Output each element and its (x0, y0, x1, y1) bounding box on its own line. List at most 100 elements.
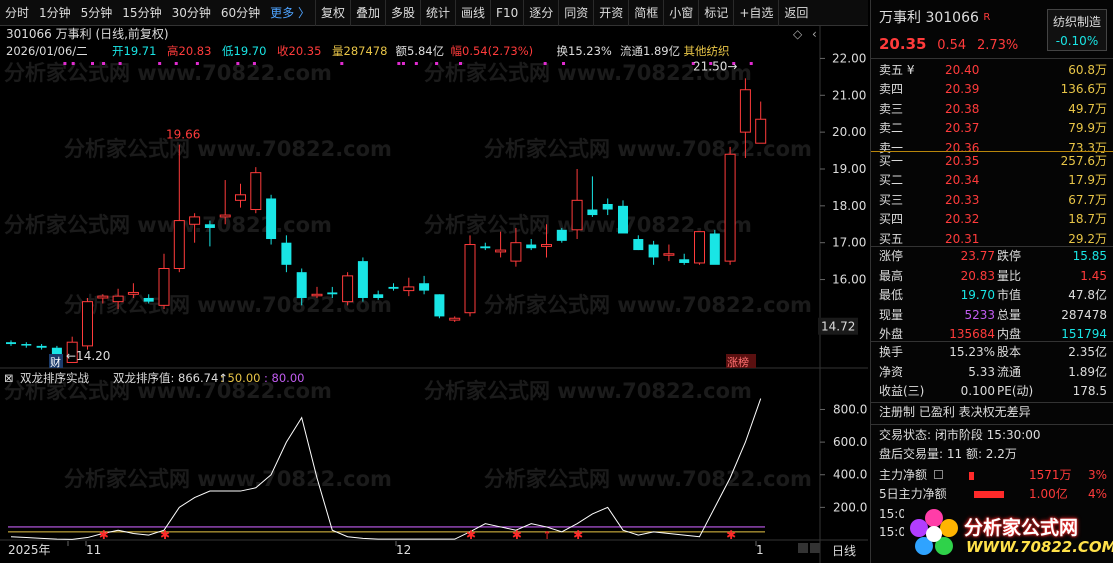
toolbar-item[interactable]: 30分钟 (167, 0, 216, 26)
candle-body (296, 272, 307, 298)
toolbar-item[interactable]: 逐分 (523, 0, 558, 26)
sector-name: 纺织制造 (1052, 15, 1101, 29)
toolbar-item[interactable]: 同资 (558, 0, 593, 26)
toolbar-item[interactable]: 5分钟 (76, 0, 118, 26)
info-field: 2026/01/06/二 (6, 44, 88, 58)
ask-level[interactable]: 卖四 20.39 136.6万 (879, 79, 1107, 99)
logo-text: 分析家公式网 (964, 517, 1079, 539)
level-price: 20.34 (945, 173, 980, 188)
toolbar-item[interactable]: 60分钟 (216, 0, 265, 26)
tag-r: R (983, 12, 991, 23)
stat-label: 最低 (879, 288, 904, 303)
flower-logo-icon (910, 509, 958, 555)
candle-body (311, 293, 323, 297)
toolbar-item[interactable]: 更多 〉 (265, 0, 315, 26)
price-tick: 21.00 (832, 88, 866, 102)
stat-value: 5.33 (968, 364, 995, 379)
marker-dot (195, 62, 199, 65)
stat-value: 0.100 (960, 384, 995, 398)
toolbar-item[interactable]: F10 (490, 0, 523, 26)
period-toolbar: 分时 1分钟 5分钟 15分钟 30分钟 60分钟 更多 〉复权 叠加 多股 统计 画线 F10 逐分同… (0, 0, 868, 26)
bid-level[interactable]: 买三 20.33 67.7万 (879, 190, 1107, 210)
candle-body (694, 231, 705, 264)
marker-dot (749, 62, 753, 65)
toolbar-item[interactable]: 开资 (593, 0, 628, 26)
x-label: 11 (86, 543, 101, 557)
signal-marker: ✱ (160, 528, 170, 542)
bid-level[interactable]: 买二 20.34 17.9万 (879, 170, 1107, 190)
kline-chart[interactable]: 分析家公式网 www.70822.com 分析家公式网 www.70822.com… (0, 26, 868, 563)
signal-marker: ✱ (466, 528, 476, 542)
level-price: 20.35 (945, 154, 980, 168)
info-field: 高20.83 (167, 44, 211, 58)
marker-dot (236, 62, 240, 65)
stat-row: 涨停 23.77 跌停 15.85 (879, 246, 1107, 266)
marker-dot (118, 62, 122, 65)
candle-body (204, 224, 215, 228)
toolbar-item[interactable]: 1分钟 (34, 0, 76, 26)
marker-dot (63, 62, 67, 65)
logo-url: WWW.70822.COM (966, 538, 1113, 556)
marker-dot (435, 62, 439, 65)
trade-state: 交易状态: 闭市阶段 15:30:00 (879, 428, 1041, 442)
level-volume: 136.6万 (1060, 82, 1107, 97)
candle-body (541, 244, 552, 247)
stat-label: 市值 (997, 288, 1022, 303)
stat-value: 15.85 (1072, 249, 1107, 263)
info-field: 开19.71 (112, 44, 156, 58)
info-field: 换15.23% (557, 44, 612, 58)
indicator-tick: 200.0 (833, 500, 867, 514)
chevron-left-icon: ‹ (812, 27, 817, 41)
stat-value: 15.23% (949, 345, 995, 359)
toolbar-item[interactable]: 画线 (455, 0, 490, 26)
stat-value: 23.77 (960, 249, 995, 263)
stat-label: 总量 (997, 307, 1022, 322)
list-icon[interactable] (933, 470, 943, 479)
toolbar-item[interactable]: 15分钟 (117, 0, 166, 26)
candle-body (556, 229, 567, 241)
stat-value: 178.5 (1072, 384, 1107, 398)
marker-dot (71, 62, 75, 65)
candle-body (388, 286, 399, 289)
toolbar-item[interactable]: 分时 (0, 0, 34, 26)
toolbar-item[interactable]: 小窗 (663, 0, 698, 26)
toolbar-item[interactable]: 统计 (420, 0, 455, 26)
bid-level[interactable]: 买四 20.32 18.7万 (879, 209, 1107, 229)
bid-level[interactable]: 买一 20.35 257.6万 (879, 151, 1107, 171)
stat-row: 最高 20.83 量比 1.45 (879, 266, 1107, 286)
ask-level[interactable]: 卖三 20.38 49.7万 (879, 99, 1107, 119)
candle-body (663, 253, 675, 256)
quote-panel: 万事利 301066 R 纺织制造 -0.10% 20.35 0.54 2.73… (870, 0, 1113, 563)
info-field: 量287478 (332, 44, 387, 58)
candle-body (724, 153, 736, 262)
stat-label: 净资 (879, 364, 904, 379)
toolbar-item[interactable]: 多股 (385, 0, 420, 26)
stock-name: 万事利 (879, 10, 921, 26)
level-volume: 79.9万 (1068, 121, 1107, 136)
scroll-left-button (798, 543, 808, 553)
toolbar-item[interactable]: 标记 (698, 0, 733, 26)
toolbar-item[interactable]: 复权 (314, 0, 350, 26)
indicator-tick: 600.0 (833, 435, 867, 449)
signal-arrow: ↑ (543, 529, 552, 542)
toolbar-item[interactable]: +自选 (733, 0, 778, 26)
indicator-line2: : 80.00 (264, 371, 304, 385)
level-label: 买一 (879, 154, 904, 168)
level-volume: 67.7万 (1068, 192, 1107, 207)
flow-main-label: 主力净额 (879, 468, 928, 482)
toolbar-item[interactable]: 叠加 (349, 0, 385, 26)
ask-level[interactable]: 卖五 ¥ 20.40 60.8万 (879, 60, 1107, 80)
low-annotation: ←14.20 (66, 349, 110, 363)
info-field: 其他纺织 (684, 44, 730, 58)
zhangbang-badge: 涨榜 (727, 355, 749, 369)
ask-level[interactable]: 卖二 20.37 79.9万 (879, 118, 1107, 138)
indicator-tick: 400.0 (833, 468, 867, 482)
marker-dot (158, 62, 162, 65)
stat-label: 涨停 (879, 249, 904, 263)
stat-row: 净资 5.33 流通 1.89亿 (879, 362, 1107, 382)
high-annotation: 19.66 (166, 128, 200, 142)
toolbar-item[interactable]: 简框 (628, 0, 663, 26)
toolbar-item[interactable]: 返回 (778, 0, 813, 26)
candle-body (449, 317, 461, 321)
after-hours: 盘后交易量: 11 额: 2.2万 (879, 447, 1017, 461)
